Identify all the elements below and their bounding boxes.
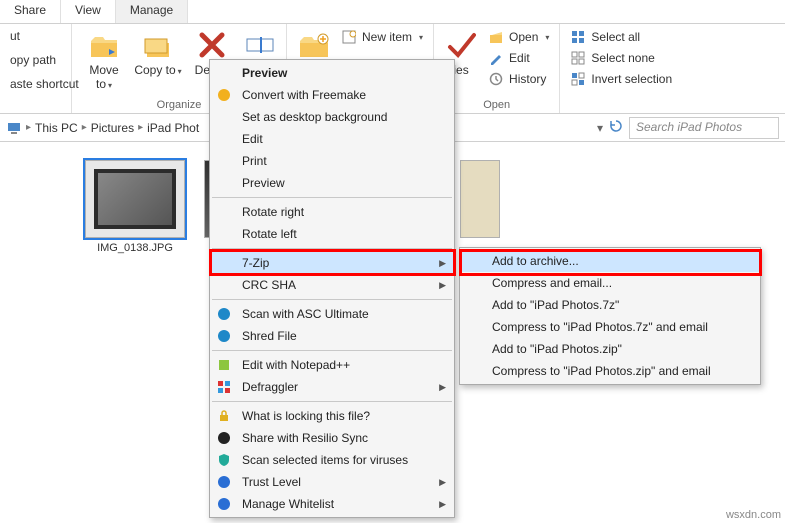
freemake-icon bbox=[216, 87, 232, 103]
defraggler-icon bbox=[216, 379, 232, 395]
asc-icon bbox=[216, 306, 232, 322]
ctx-compress-zip-email[interactable]: Compress to "iPad Photos.zip" and email bbox=[460, 360, 760, 382]
dropdown-arrow-icon[interactable]: ▾ bbox=[597, 121, 603, 135]
ctx-set-wallpaper[interactable]: Set as desktop background bbox=[210, 106, 454, 128]
notepadpp-icon bbox=[216, 357, 232, 373]
ctx-locking[interactable]: What is locking this file? bbox=[210, 405, 454, 427]
rename-icon bbox=[244, 29, 276, 61]
separator bbox=[212, 197, 452, 198]
open-button[interactable]: Open▾ bbox=[484, 27, 553, 47]
checkmark-icon bbox=[445, 29, 477, 61]
ctx-rotate-left[interactable]: Rotate left bbox=[210, 223, 454, 245]
lock-icon bbox=[216, 408, 232, 424]
ctx-shred[interactable]: Shred File bbox=[210, 325, 454, 347]
new-item-icon bbox=[341, 29, 357, 45]
invert-selection-icon bbox=[570, 71, 586, 87]
ctx-trust-level[interactable]: Trust Level bbox=[210, 471, 454, 493]
ctx-rotate-right[interactable]: Rotate right bbox=[210, 201, 454, 223]
ctx-preview2[interactable]: Preview bbox=[210, 172, 454, 194]
monitor-icon bbox=[6, 120, 22, 136]
ctx-add-zip[interactable]: Add to "iPad Photos.zip" bbox=[460, 338, 760, 360]
invert-selection-button[interactable]: Invert selection bbox=[566, 69, 676, 89]
new-folder-icon bbox=[298, 29, 330, 61]
chevron-right-icon[interactable]: ▸ bbox=[82, 122, 87, 133]
thumbnail-label: IMG_0138.JPG bbox=[97, 242, 173, 254]
ribbon-tabs: Share View Manage bbox=[0, 0, 785, 24]
delete-x-icon bbox=[196, 29, 228, 61]
ies-label: ies bbox=[453, 63, 468, 77]
whitelist-icon bbox=[216, 496, 232, 512]
breadcrumb-item[interactable]: Pictures bbox=[91, 121, 134, 135]
copy-to-button[interactable]: Copy to▾ bbox=[132, 27, 184, 79]
separator bbox=[212, 401, 452, 402]
ctx-notepadpp[interactable]: Edit with Notepad++ bbox=[210, 354, 454, 376]
tab-share[interactable]: Share bbox=[0, 0, 61, 23]
folder-copy-icon bbox=[142, 29, 174, 61]
tab-manage[interactable]: Manage bbox=[116, 0, 188, 23]
ctx-print[interactable]: Print bbox=[210, 150, 454, 172]
thumbnail-image bbox=[85, 160, 185, 238]
file-thumbnail-selected[interactable]: IMG_0138.JPG bbox=[80, 160, 190, 523]
edit-icon bbox=[488, 50, 504, 66]
trust-icon bbox=[216, 474, 232, 490]
ctx-add-7z[interactable]: Add to "iPad Photos.7z" bbox=[460, 294, 760, 316]
ribbon-group-select: Select all Select none Invert selection bbox=[560, 24, 682, 113]
history-button[interactable]: History bbox=[484, 69, 553, 89]
ctx-convert-freemake[interactable]: Convert with Freemake bbox=[210, 84, 454, 106]
ctx-edit[interactable]: Edit bbox=[210, 128, 454, 150]
open-icon bbox=[488, 29, 504, 45]
ctx-defraggler[interactable]: Defraggler bbox=[210, 376, 454, 398]
select-all-button[interactable]: Select all bbox=[566, 27, 676, 47]
ctx-scan-asc[interactable]: Scan with ASC Ultimate bbox=[210, 303, 454, 325]
context-submenu-7zip: Add to archive... Compress and email... … bbox=[459, 247, 761, 385]
new-folder-button[interactable] bbox=[293, 27, 335, 63]
edit-button[interactable]: Edit bbox=[484, 48, 553, 68]
ribbon-group-clipboard: ut opy path aste shortcut bbox=[0, 24, 72, 113]
separator bbox=[212, 248, 452, 249]
ctx-7zip[interactable]: 7-Zip bbox=[210, 252, 454, 274]
ctx-preview[interactable]: Preview bbox=[210, 62, 454, 84]
select-none-button[interactable]: Select none bbox=[566, 48, 676, 68]
ctx-compress-email[interactable]: Compress and email... bbox=[460, 272, 760, 294]
search-input[interactable]: Search iPad Photos bbox=[629, 117, 779, 139]
ctx-scan-virus[interactable]: Scan selected items for viruses bbox=[210, 449, 454, 471]
move-to-label: Move to▾ bbox=[80, 63, 128, 91]
folder-arrow-icon bbox=[88, 29, 120, 61]
resilio-icon bbox=[216, 430, 232, 446]
copy-to-label: Copy to▾ bbox=[134, 63, 181, 77]
rename-button[interactable] bbox=[240, 27, 280, 63]
breadcrumb-item[interactable]: iPad Phot bbox=[147, 121, 199, 135]
shield-icon bbox=[216, 452, 232, 468]
chevron-right-icon[interactable]: ▸ bbox=[138, 122, 143, 133]
history-icon bbox=[488, 71, 504, 87]
select-all-icon bbox=[570, 29, 586, 45]
ctx-resilio[interactable]: Share with Resilio Sync bbox=[210, 427, 454, 449]
breadcrumb-item[interactable]: This PC bbox=[35, 121, 78, 135]
tab-view[interactable]: View bbox=[61, 0, 116, 23]
chevron-right-icon[interactable]: ▸ bbox=[26, 122, 31, 133]
refresh-icon[interactable] bbox=[609, 119, 623, 136]
ctx-add-to-archive[interactable]: Add to archive... bbox=[460, 250, 760, 272]
move-to-button[interactable]: Move to▾ bbox=[78, 27, 130, 93]
new-item-button[interactable]: New item▾ bbox=[337, 27, 427, 47]
file-thumbnail-partial[interactable] bbox=[460, 160, 500, 238]
ctx-compress-7z-email[interactable]: Compress to "iPad Photos.7z" and email bbox=[460, 316, 760, 338]
open-group-label: Open bbox=[440, 98, 553, 112]
watermark-text: wsxdn.com bbox=[726, 509, 781, 521]
ctx-crc-sha[interactable]: CRC SHA bbox=[210, 274, 454, 296]
ctx-whitelist[interactable]: Manage Whitelist bbox=[210, 493, 454, 515]
select-none-icon bbox=[570, 50, 586, 66]
separator bbox=[212, 350, 452, 351]
context-menu: Preview Convert with Freemake Set as des… bbox=[209, 59, 455, 518]
shred-icon bbox=[216, 328, 232, 344]
separator bbox=[212, 299, 452, 300]
